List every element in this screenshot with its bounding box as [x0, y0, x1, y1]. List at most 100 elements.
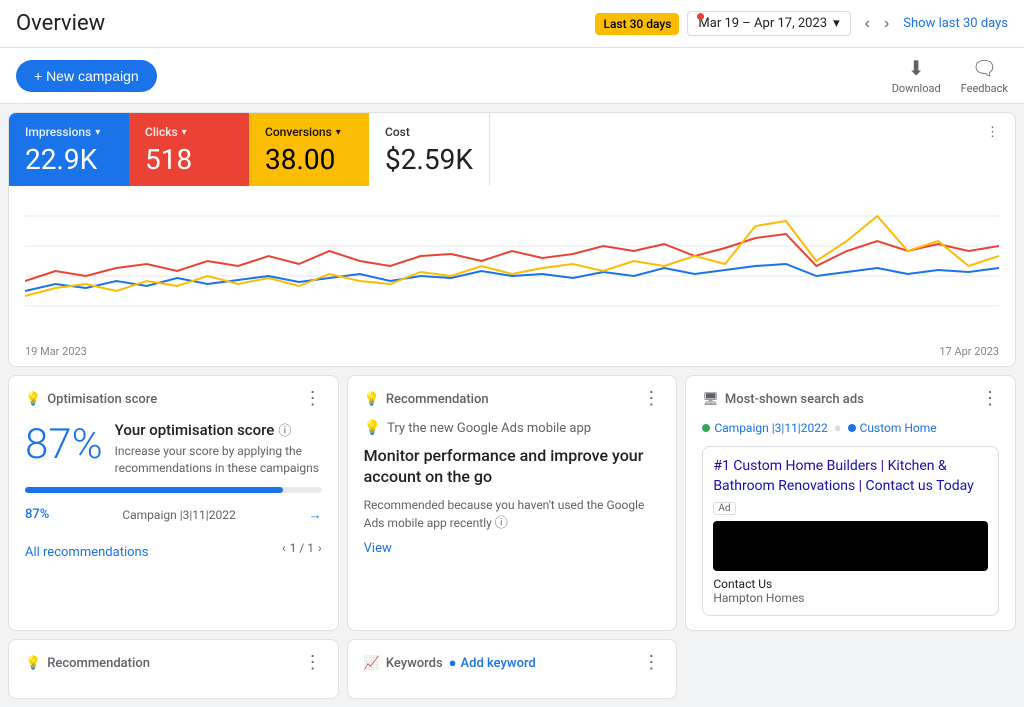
monitor-icon: 🖥 [702, 392, 719, 407]
campaign-tag-1[interactable]: Campaign |3|11|2022 [702, 421, 827, 435]
optimisation-panel: 💡 Optimisation score ⋮ 87% Your optimisa… [8, 375, 339, 631]
search-ads-title: 🖥 Most-shown search ads [702, 392, 864, 407]
recommendation-bottom-panel: 💡 Recommendation ⋮ [8, 639, 339, 699]
rec-info-icon[interactable]: ⓘ [495, 516, 508, 531]
stats-more-button[interactable]: ⋮ [970, 113, 1015, 186]
last-30-badge[interactable]: Last 30 days [595, 13, 679, 35]
chart-start-label: 19 Mar 2023 [25, 345, 87, 358]
conversions-value: 38.00 [265, 143, 353, 176]
page-title: Overview [16, 11, 105, 36]
clicks-dropdown-icon: ▾ [182, 127, 187, 138]
opt-score-desc: Increase your score by applying the reco… [115, 443, 322, 477]
download-label: Download [892, 82, 941, 95]
stat-card-cost[interactable]: Cost $2.59K [369, 113, 490, 186]
cost-label: Cost [385, 125, 473, 139]
optimisation-header: 💡 Optimisation score ⋮ [25, 390, 322, 408]
bottom-row-2: 💡 Recommendation ⋮ 📈 Keywords ● Add keyw… [8, 639, 1016, 699]
conversions-label: Conversions ▾ [265, 125, 353, 139]
stats-section: Impressions ▾ 22.9K Clicks ▾ 518 Convers… [8, 112, 1016, 367]
keywords-icon: 📈 [364, 656, 380, 671]
green-dot [702, 424, 710, 432]
date-range-text: Mar 19 – Apr 17, 2023 [698, 16, 827, 31]
nav-arrows: ‹ › [859, 11, 896, 37]
recommendation-bottom-title: 💡 Recommendation [25, 656, 150, 671]
feedback-label: Feedback [961, 82, 1008, 95]
next-page-icon[interactable]: › [318, 541, 322, 555]
toolbar-right: ⬇ Download 🗨 Feedback [892, 56, 1008, 95]
stat-card-conversions[interactable]: Conversions ▾ 38.00 [249, 113, 369, 186]
keywords-title: 📈 Keywords ● Add keyword [364, 655, 536, 671]
rec-hint: 💡 Try the new Google Ads mobile app [364, 420, 661, 436]
add-keyword-button[interactable]: ● Add keyword [449, 655, 536, 671]
toolbar: + New campaign ⬇ Download 🗨 Feedback [0, 48, 1024, 104]
ad-company: Hampton Homes [713, 591, 988, 605]
conversions-dropdown-icon: ▾ [336, 127, 341, 138]
chart-end-label: 17 Apr 2023 [939, 345, 999, 358]
info-icon[interactable]: ⓘ [278, 420, 291, 439]
ad-badge-row: Ad [713, 500, 988, 515]
recommendation-panel: 💡 Recommendation ⋮ 💡 Try the new Google … [347, 375, 678, 631]
progress-bar-track [25, 487, 322, 493]
rec-desc: Recommended because you haven't used the… [364, 496, 661, 534]
download-action[interactable]: ⬇ Download [892, 56, 941, 95]
recommendation-bottom-more[interactable]: ⋮ [304, 654, 322, 672]
recommendation-bottom-header: 💡 Recommendation ⋮ [25, 654, 322, 672]
keywords-more-button[interactable]: ⋮ [642, 654, 660, 672]
optimisation-title: 💡 Optimisation score [25, 392, 157, 407]
rec-title: Monitor performance and improve your acc… [364, 446, 661, 488]
feedback-action[interactable]: 🗨 Feedback [961, 56, 1008, 95]
date-bar: Last 30 days Mar 19 – Apr 17, 2023 ▾ ‹ ›… [595, 11, 1008, 37]
chart-svg [25, 196, 999, 336]
recommendation-more-button[interactable]: ⋮ [642, 390, 660, 408]
lightbulb-icon: 💡 [25, 392, 41, 407]
blue-dot [848, 424, 856, 432]
search-ads-panel: 🖥 Most-shown search ads ⋮ Campaign |3|11… [685, 375, 1016, 631]
stat-card-clicks[interactable]: Clicks ▾ 518 [129, 113, 249, 186]
impressions-value: 22.9K [25, 143, 113, 176]
impressions-label: Impressions ▾ [25, 125, 113, 139]
campaign-arrow[interactable]: → [309, 507, 322, 523]
empty-bottom-right [685, 639, 1016, 699]
campaign-name: Campaign |3|11|2022 [122, 508, 235, 522]
impressions-dropdown-icon: ▾ [95, 127, 100, 138]
optimisation-footer: All recommendations ‹ 1 / 1 › [25, 537, 322, 560]
ad-contact-link[interactable]: Contact Us [713, 577, 988, 591]
ad-badge: Ad [713, 502, 735, 515]
opt-score-title: Your optimisation score ⓘ [115, 420, 322, 439]
prev-page-icon[interactable]: ‹ [282, 541, 286, 555]
ad-title: #1 Custom Home Builders | Kitchen & Bath… [713, 457, 988, 496]
stat-card-impressions[interactable]: Impressions ▾ 22.9K [9, 113, 129, 186]
recommendation-title: 💡 Recommendation [364, 392, 489, 407]
view-link[interactable]: View [364, 541, 661, 556]
clicks-value: 518 [145, 143, 233, 176]
date-range-selector[interactable]: Mar 19 – Apr 17, 2023 ▾ [687, 11, 850, 36]
lightbulb-icon-2: 💡 [364, 392, 380, 407]
optimisation-more-button[interactable]: ⋮ [304, 390, 322, 408]
new-campaign-button[interactable]: + New campaign [16, 60, 157, 92]
progress-bar-fill [25, 487, 283, 493]
download-icon: ⬇ [908, 56, 925, 80]
next-arrow[interactable]: › [878, 11, 895, 37]
pagination: ‹ 1 / 1 › [282, 541, 322, 555]
opt-score-big: 87% [25, 420, 103, 469]
all-recommendations-link[interactable]: All recommendations [25, 545, 148, 560]
feedback-icon: 🗨 [972, 56, 997, 80]
campaign-tag-2[interactable]: Custom Home [848, 421, 937, 435]
clicks-label: Clicks ▾ [145, 125, 233, 139]
keywords-header: 📈 Keywords ● Add keyword ⋮ [364, 654, 661, 672]
campaign-tags: Campaign |3|11|2022 ● Custom Home [702, 420, 999, 436]
lightbulb-icon-3: 💡 [25, 656, 41, 671]
chart-area: 19 Mar 2023 17 Apr 2023 [9, 186, 1015, 366]
campaign-score: 87% [25, 507, 49, 522]
ad-black-block [713, 521, 988, 571]
search-ads-header: 🖥 Most-shown search ads ⋮ [702, 390, 999, 408]
recommendation-header: 💡 Recommendation ⋮ [364, 390, 661, 408]
show-last-30-link[interactable]: Show last 30 days [903, 16, 1008, 31]
keywords-panel: 📈 Keywords ● Add keyword ⋮ [347, 639, 678, 699]
stats-cards: Impressions ▾ 22.9K Clicks ▾ 518 Convers… [9, 113, 1015, 186]
bottom-grid: 💡 Optimisation score ⋮ 87% Your optimisa… [8, 375, 1016, 631]
prev-arrow[interactable]: ‹ [859, 11, 876, 37]
ad-preview: #1 Custom Home Builders | Kitchen & Bath… [702, 446, 999, 616]
notification-dot [697, 13, 704, 20]
search-ads-more-button[interactable]: ⋮ [981, 390, 999, 408]
